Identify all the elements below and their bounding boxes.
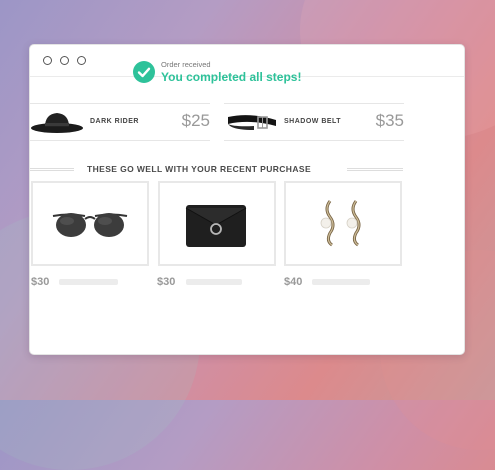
window-dot[interactable] [60, 56, 69, 65]
purchase-price: $35 [375, 111, 404, 130]
belt-image [228, 115, 276, 130]
product-card[interactable] [158, 181, 276, 266]
placeholder-bar [186, 279, 242, 285]
purchase-item[interactable]: DARK RIDER $25 [30, 103, 210, 141]
product-price: $30 [157, 276, 176, 288]
product-price: $30 [31, 276, 50, 288]
clutch-image [185, 205, 247, 247]
placeholder-bar [312, 279, 370, 285]
purchase-price: $25 [181, 111, 210, 130]
purchase-name: SHADOW BELT [284, 118, 342, 125]
divider [347, 168, 403, 171]
recommendations-title: THESE GO WELL WITH YOUR RECENT PURCHASE [87, 164, 312, 174]
product-card[interactable] [284, 181, 402, 266]
check-circle-icon [133, 61, 155, 83]
purchase-item[interactable]: SHADOW BELT $35 [224, 103, 404, 141]
product-card[interactable] [31, 181, 149, 266]
window-dot[interactable] [77, 56, 86, 65]
hat-image [31, 113, 83, 133]
purchase-name: DARK RIDER [90, 118, 139, 125]
placeholder-bar [59, 279, 118, 285]
status-headline: You completed all steps! [161, 70, 302, 84]
sunglasses-image [52, 213, 128, 237]
product-price: $40 [284, 276, 303, 288]
earrings-image [320, 200, 361, 247]
window-dot[interactable] [43, 56, 52, 65]
divider [30, 168, 74, 171]
status-caption: Order received [161, 60, 211, 69]
